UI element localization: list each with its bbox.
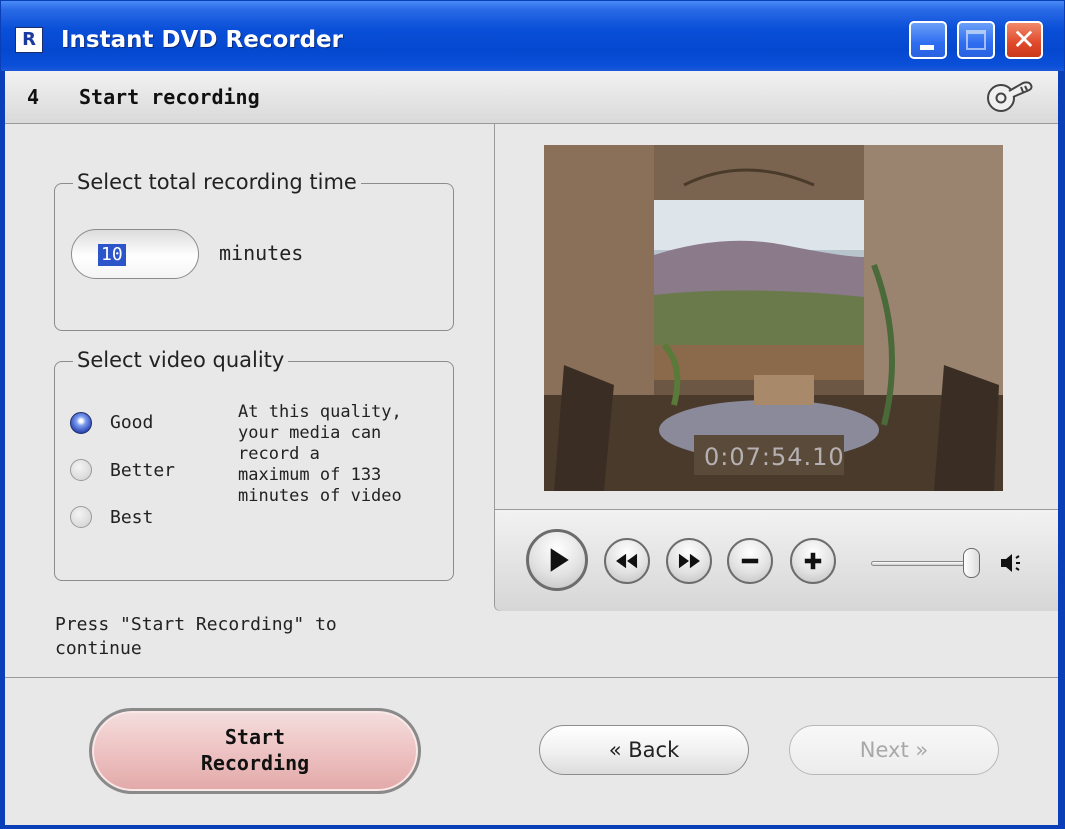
start-recording-button[interactable]: Start Recording	[89, 708, 421, 794]
back-button-label: « Back	[608, 738, 680, 762]
zoom-in-icon	[804, 552, 822, 570]
step-number: 4	[27, 85, 40, 109]
step-header: 4 Start recording	[5, 71, 1058, 124]
window-title: Instant DVD Recorder	[61, 27, 343, 53]
radio-good[interactable]	[70, 412, 92, 434]
video-preview	[544, 145, 1003, 491]
instruction-text: Press "Start Recording" to continue	[55, 614, 337, 659]
rewind-button[interactable]	[604, 538, 650, 584]
zoom-out-icon	[741, 558, 759, 564]
app-icon[interactable]: R	[15, 27, 43, 53]
video-quality-legend: Select video quality	[73, 347, 289, 373]
minimize-icon	[920, 45, 934, 50]
next-button[interactable]: Next »	[789, 725, 999, 775]
title-bar[interactable]: R Instant DVD Recorder ✕	[1, 1, 1064, 71]
start-recording-label: Start Recording	[200, 725, 310, 775]
zoom-in-button[interactable]	[790, 538, 836, 584]
app-window: R Instant DVD Recorder ✕ 4 Start recordi…	[0, 0, 1065, 829]
zoom-out-button[interactable]	[727, 538, 773, 584]
minimize-button[interactable]	[909, 21, 947, 59]
quality-description: At this quality, your media can record a…	[238, 402, 402, 506]
speaker-icon[interactable]	[999, 551, 1025, 575]
fast-forward-icon	[678, 553, 700, 569]
volume-slider-thumb[interactable]	[963, 548, 980, 578]
radio-better[interactable]	[70, 459, 92, 481]
back-button[interactable]: « Back	[539, 725, 749, 775]
recording-time-legend: Select total recording time	[73, 169, 361, 195]
radio-label-better[interactable]: Better	[110, 460, 175, 481]
volume-track[interactable]	[871, 561, 971, 566]
radio-label-best[interactable]: Best	[110, 507, 153, 528]
play-button[interactable]	[526, 529, 588, 591]
minutes-label: minutes	[219, 241, 304, 265]
video-timecode: 0:07:54.10	[704, 443, 845, 471]
close-button[interactable]: ✕	[1005, 21, 1043, 59]
step-title: Start recording	[79, 85, 260, 109]
app-icon-letter: R	[22, 29, 36, 50]
disc-key-icon[interactable]	[979, 79, 1039, 115]
play-icon	[550, 548, 569, 572]
close-icon: ✕	[1012, 23, 1036, 56]
radio-best[interactable]	[70, 506, 92, 528]
recording-time-input[interactable]: 10	[71, 229, 199, 279]
fast-forward-button[interactable]	[666, 538, 712, 584]
radio-label-good[interactable]: Good	[110, 412, 153, 433]
maximize-icon	[966, 30, 986, 50]
next-button-label: Next »	[859, 738, 929, 762]
recording-time-value: 10	[98, 244, 126, 266]
rewind-icon	[616, 553, 638, 569]
client-area: 4 Start recording Select total recording…	[5, 71, 1058, 825]
maximize-button[interactable]	[957, 21, 995, 59]
